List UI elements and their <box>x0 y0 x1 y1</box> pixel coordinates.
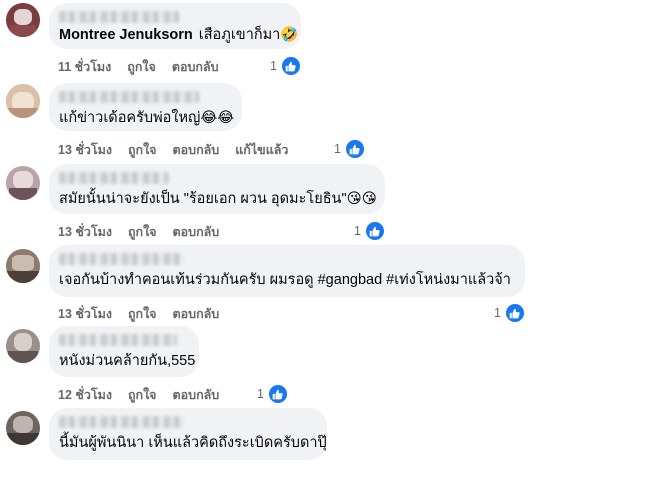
reply-action[interactable]: ตอบกลับ <box>173 222 220 242</box>
comment-bubble: นี้มันผู้พันนินา เห็นแล้วคิดถึงระเบิดครั… <box>49 408 327 460</box>
like-action[interactable]: ถูกใจ <box>128 140 157 160</box>
thumbs-up-icon <box>504 303 525 323</box>
reaction-summary[interactable]: 1 <box>270 56 301 76</box>
thumbs-up-icon <box>364 221 385 241</box>
reaction-count: 1 <box>270 59 277 73</box>
comment-actions: 11 ชั่วโมง ถูกใจ ตอบกลับ <box>58 57 235 77</box>
reaction-summary[interactable]: 1 <box>354 221 385 241</box>
avatar[interactable] <box>6 411 40 445</box>
comment-text: นี้มันผู้พันนินา เห็นแล้วคิดถึงระเบิดครั… <box>59 435 327 451</box>
avatar[interactable] <box>6 166 40 200</box>
comment-actions: 13 ชั่วโมง ถูกใจ ตอบกลับ แก้ไขแล้ว <box>58 140 304 160</box>
avatar[interactable] <box>6 249 40 283</box>
blurred-username <box>59 91 199 103</box>
comment-actions: 13 ชั่วโมง ถูกใจ ตอบกลับ <box>58 304 235 324</box>
comment-text: เจอกันบ้างทำคอนเท้นร่วมกันครับ ผมรอดู #g… <box>59 272 511 288</box>
comment-author[interactable]: Montree Jenuksorn <box>59 27 193 43</box>
avatar[interactable] <box>6 84 40 118</box>
comment-text: แก้ข่าวเด้อครับพ่อใหญ่😂😂 <box>59 110 235 126</box>
comment-timestamp[interactable]: 13 ชั่วโมง <box>58 304 112 324</box>
reaction-count: 1 <box>257 387 264 401</box>
like-action[interactable]: ถูกใจ <box>127 57 156 77</box>
comment-actions: 13 ชั่วโมง ถูกใจ ตอบกลับ <box>58 222 235 242</box>
comment-bubble: สมัยนั้นน่าจะยังเป็น "ร้อยเอก ผวน อุดมะโ… <box>49 164 385 214</box>
thumbs-up-icon <box>267 384 288 404</box>
avatar[interactable] <box>6 3 40 37</box>
comment-bubble: เจอกันบ้างทำคอนเท้นร่วมกันครับ ผมรอดู #g… <box>49 245 525 297</box>
reaction-summary[interactable]: 1 <box>334 139 365 159</box>
reply-action[interactable]: ตอบกลับ <box>173 385 220 405</box>
comment-text: สมัยนั้นน่าจะยังเป็น "ร้อยเอก ผวน อุดมะโ… <box>59 191 377 207</box>
blurred-username <box>59 11 179 23</box>
avatar[interactable] <box>6 329 40 363</box>
comment-text: เสือภูเขาก็มา🤣 <box>198 27 299 43</box>
reply-action[interactable]: ตอบกลับ <box>172 57 219 77</box>
comment-timestamp[interactable]: 11 ชั่วโมง <box>58 57 111 77</box>
reaction-summary[interactable]: 1 <box>494 303 525 323</box>
blurred-username <box>59 172 169 184</box>
thumbs-up-icon <box>280 56 301 76</box>
like-action[interactable]: ถูกใจ <box>128 304 157 324</box>
comment-text: หนังม่วนคล้ายกัน,555 <box>59 353 196 369</box>
blurred-username <box>59 416 184 428</box>
like-action[interactable]: ถูกใจ <box>128 222 157 242</box>
comment-actions: 12 ชั่วโมง ถูกใจ ตอบกลับ <box>58 385 235 405</box>
comment-bubble: แก้ข่าวเด้อครับพ่อใหญ่😂😂 <box>49 83 242 131</box>
comment-timestamp[interactable]: 13 ชั่วโมง <box>58 222 112 242</box>
thumbs-up-icon <box>344 139 365 159</box>
blurred-username <box>59 253 184 265</box>
reaction-count: 1 <box>494 306 501 320</box>
comment-timestamp[interactable]: 13 ชั่วโมง <box>58 140 112 160</box>
comment-bubble: หนังม่วนคล้ายกัน,555 <box>49 326 199 377</box>
like-action[interactable]: ถูกใจ <box>128 385 157 405</box>
reaction-count: 1 <box>354 224 361 238</box>
reply-action[interactable]: ตอบกลับ <box>173 304 220 324</box>
comment-timestamp[interactable]: 12 ชั่วโมง <box>58 385 112 405</box>
edited-label[interactable]: แก้ไขแล้ว <box>235 140 288 160</box>
reaction-count: 1 <box>334 142 341 156</box>
reaction-summary[interactable]: 1 <box>257 384 288 404</box>
blurred-username <box>59 334 177 346</box>
comment-bubble: Montree Jenuksorn เสือภูเขาก็มา🤣 <box>49 3 301 49</box>
reply-action[interactable]: ตอบกลับ <box>173 140 220 160</box>
